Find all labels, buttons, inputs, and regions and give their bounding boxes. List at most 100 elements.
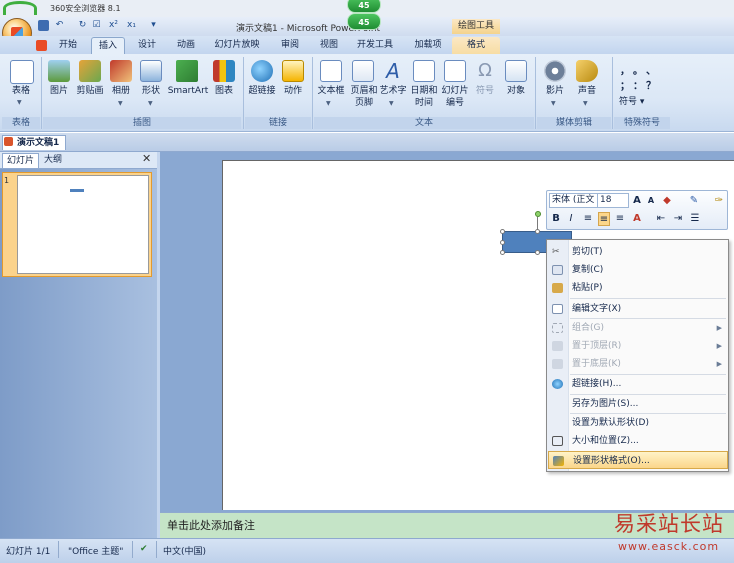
hyperlink-button[interactable]: 超链接 — [246, 86, 278, 97]
shapes-icon[interactable] — [140, 60, 162, 82]
smartart-button[interactable]: SmartArt — [167, 86, 209, 97]
header-footer-label-2[interactable]: 页脚 — [348, 98, 380, 109]
checkbox-icon[interactable]: ☑ — [91, 20, 102, 31]
decrease-indent-icon[interactable]: ⇤ — [655, 212, 667, 226]
album-button[interactable]: 相册 — [108, 86, 134, 97]
speaker-icon[interactable] — [576, 60, 598, 82]
picture-button[interactable]: 图片 — [44, 86, 74, 97]
tab-animation[interactable]: 动画 — [170, 37, 202, 54]
symbol-enum-comma[interactable]: 、 — [646, 62, 656, 77]
smartart-icon[interactable] — [176, 60, 198, 82]
textbox-icon[interactable] — [320, 60, 342, 82]
menu-item-size-position[interactable]: 大小和位置(Z)... — [548, 432, 728, 450]
menu-item-edit-text[interactable]: 编辑文字(X) — [548, 300, 728, 318]
symbol-colon[interactable]: ： — [633, 77, 643, 92]
date-time-label-1[interactable]: 日期和 — [409, 86, 439, 97]
tab-insert[interactable]: 插入 — [91, 37, 125, 54]
symbol-semicolon[interactable]: ； — [620, 77, 630, 92]
tab-home[interactable]: 开始 — [52, 37, 84, 54]
clipart-icon[interactable] — [79, 60, 101, 82]
close-icon[interactable]: ✕ — [142, 152, 151, 165]
format-painter-icon[interactable]: ✑ — [713, 194, 725, 207]
menu-item-hyperlink[interactable]: 超链接(H)... — [548, 375, 728, 393]
slide-number-label-1[interactable]: 幻灯片 — [440, 86, 470, 97]
object-icon[interactable] — [505, 60, 527, 82]
grow-font-icon[interactable]: A — [631, 194, 643, 207]
customize-qat-icon[interactable]: ▾ — [148, 20, 159, 31]
group-label-special: 特殊符号 — [614, 117, 670, 129]
symbol-question[interactable]: ？ — [646, 77, 656, 92]
resize-handle[interactable] — [500, 240, 505, 245]
action-button[interactable]: 动作 — [280, 86, 306, 97]
undo-icon[interactable]: ↶ — [54, 20, 65, 31]
bold-icon[interactable]: B — [550, 212, 562, 226]
movie-reel-icon[interactable] — [544, 60, 566, 82]
tab-outline[interactable]: 大纲 — [40, 153, 66, 168]
menu-item-cut[interactable]: ✂ 剪切(T) — [548, 243, 728, 261]
symbol-comma[interactable]: ， — [620, 62, 630, 77]
menu-item-set-default-shape[interactable]: 设置为默认形状(D) — [548, 414, 728, 432]
tab-review[interactable]: 审阅 — [274, 37, 306, 54]
tab-view[interactable]: 视图 — [313, 37, 345, 54]
resize-handle[interactable] — [535, 250, 540, 255]
menu-item-format-shape[interactable]: 设置形状格式(O)... — [548, 451, 728, 469]
slide-number-label-2[interactable]: 编号 — [440, 98, 470, 109]
font-color-icon[interactable]: A — [631, 212, 643, 226]
tab-developer[interactable]: 开发工具 — [352, 37, 398, 54]
save-icon[interactable] — [38, 20, 49, 31]
rotation-handle[interactable] — [535, 211, 541, 217]
shrink-font-icon[interactable]: A — [645, 194, 657, 207]
tab-addins[interactable]: 加载项 — [409, 37, 447, 54]
chart-icon[interactable] — [213, 60, 235, 82]
pane-splitter[interactable] — [157, 152, 160, 538]
spell-check-icon[interactable]: ✔ — [140, 544, 148, 554]
font-size-field[interactable]: 18 — [597, 193, 629, 208]
increase-indent-icon[interactable]: ⇥ — [672, 212, 684, 226]
table-icon[interactable] — [10, 60, 34, 84]
tab-slideshow[interactable]: 幻灯片放映 — [212, 37, 262, 54]
resize-handle[interactable] — [500, 229, 505, 234]
action-star-icon[interactable] — [282, 60, 304, 82]
wordart-button[interactable]: 艺术字 — [378, 86, 408, 97]
align-center-icon[interactable]: ≡ — [598, 212, 610, 226]
symbol-period[interactable]: 。 — [633, 62, 643, 77]
shapes-button[interactable]: 形状 — [138, 86, 164, 97]
header-footer-icon[interactable] — [352, 60, 374, 82]
header-footer-label-1[interactable]: 页眉和 — [348, 86, 380, 97]
clipart-button[interactable]: 剪贴画 — [74, 86, 106, 97]
hyperlink-globe-icon[interactable] — [251, 60, 273, 82]
line-color-icon[interactable]: ✎ — [688, 194, 700, 207]
resize-handle[interactable] — [535, 229, 540, 234]
movie-button[interactable]: 影片 — [542, 86, 568, 97]
menu-item-copy[interactable]: 复制(C) — [548, 261, 728, 279]
wordart-icon[interactable]: A — [382, 60, 404, 82]
date-time-icon[interactable] — [413, 60, 435, 82]
symbols-menu-button[interactable]: 符号 ▾ — [619, 94, 644, 107]
fill-color-icon[interactable]: ◆ — [661, 194, 673, 207]
symbols-menu-label: 符号 — [619, 97, 638, 107]
align-right-icon[interactable]: ≡ — [614, 212, 626, 226]
pdf-icon[interactable] — [36, 40, 47, 51]
tab-slides[interactable]: 幻灯片 — [2, 153, 40, 168]
align-left-icon[interactable]: ≡ — [582, 212, 594, 226]
photo-album-icon[interactable] — [110, 60, 132, 82]
menu-item-paste[interactable]: 粘贴(P) — [548, 279, 728, 297]
resize-handle[interactable] — [500, 250, 505, 255]
menu-item-save-as-picture[interactable]: 另存为图片(S)... — [548, 395, 728, 413]
textbox-button[interactable]: 文本框 — [316, 86, 346, 97]
tab-design[interactable]: 设计 — [131, 37, 163, 54]
bullets-icon[interactable]: ☰ — [689, 212, 701, 226]
table-button[interactable]: 表格 — [4, 86, 38, 97]
slide-number-icon[interactable] — [444, 60, 466, 82]
superscript-icon[interactable]: x² — [108, 20, 119, 31]
date-time-label-2[interactable]: 时间 — [409, 98, 439, 109]
object-button[interactable]: 对象 — [503, 86, 529, 97]
chart-button[interactable]: 图表 — [210, 86, 238, 97]
font-name-field[interactable]: 宋体 (正文 — [549, 193, 599, 208]
subscript-icon[interactable]: x₁ — [126, 20, 137, 31]
redo-icon[interactable]: ↻ — [77, 20, 88, 31]
picture-icon[interactable] — [48, 60, 70, 82]
tab-format[interactable]: 格式 — [452, 37, 500, 54]
italic-icon[interactable]: I — [565, 212, 577, 226]
sound-button[interactable]: 声音 — [574, 86, 600, 97]
